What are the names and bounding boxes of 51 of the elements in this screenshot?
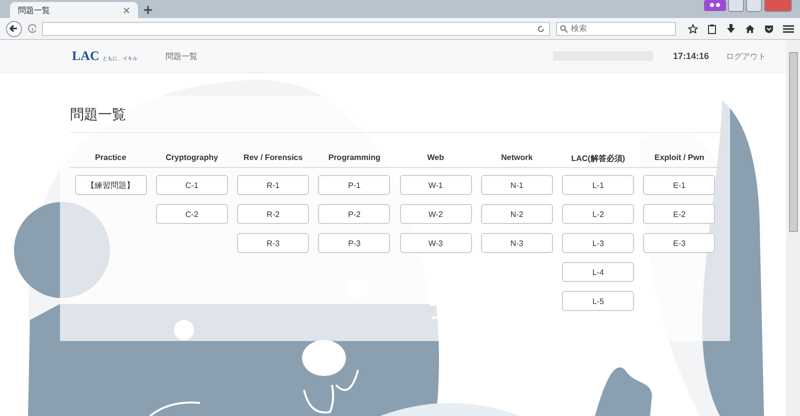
challenge-button[interactable]: E-2 (643, 204, 716, 224)
home-icon[interactable] (745, 24, 755, 34)
scrollbar[interactable] (786, 40, 800, 416)
download-icon[interactable] (726, 24, 736, 34)
challenge-button[interactable]: W-3 (400, 233, 472, 253)
challenge-button[interactable]: L-3 (562, 233, 634, 253)
star-icon[interactable] (688, 24, 698, 34)
challenge-button[interactable]: N-2 (480, 204, 553, 224)
reload-icon[interactable] (537, 24, 545, 32)
column-heading: Practice (70, 153, 152, 168)
challenge-button[interactable]: P-2 (318, 204, 390, 224)
column-heading: Rev / Forensics (232, 153, 314, 168)
nav-link[interactable]: 問題一覧 (165, 50, 198, 62)
challenge-button[interactable]: L-4 (562, 262, 634, 282)
browser-tab[interactable]: 問題一覧 (10, 2, 138, 18)
column-heading: Exploit / Pwn (638, 153, 720, 168)
menu-icon[interactable] (783, 24, 794, 34)
challenge-button[interactable]: L-2 (562, 204, 634, 224)
challenge-button[interactable]: R-2 (237, 204, 310, 224)
column-heading: Web (395, 153, 476, 168)
challenge-button[interactable]: R-3 (237, 233, 310, 253)
back-arrow-icon (9, 24, 18, 33)
page-title: 問題一覧 (70, 106, 720, 133)
challenge-button[interactable]: E-1 (643, 175, 716, 195)
search-field[interactable]: 検索 (556, 22, 676, 36)
shield-icon[interactable] (764, 24, 774, 34)
challenge-button[interactable]: E-3 (643, 233, 716, 253)
challenge-button[interactable]: W-1 (400, 175, 472, 195)
back-button[interactable] (6, 20, 22, 36)
clock-time: 17:14:16 (672, 51, 709, 61)
plus-icon[interactable] (142, 4, 154, 16)
column-heading: Cryptography (151, 153, 232, 168)
challenge-button[interactable]: W-2 (400, 204, 472, 224)
challenge-button[interactable]: C-2 (156, 204, 228, 224)
column-heading: Programming (314, 153, 395, 168)
challenge-button[interactable]: P-3 (318, 233, 390, 253)
logout-link[interactable]: ログアウト (726, 50, 766, 62)
challenge-button[interactable]: R-1 (237, 175, 310, 195)
challenge-button[interactable]: L-1 (562, 175, 634, 195)
challenge-button[interactable]: C-1 (156, 175, 228, 195)
challenge-button[interactable]: N-1 (480, 175, 553, 195)
mask-icon (704, 0, 726, 11)
challenge-button[interactable]: P-1 (318, 175, 390, 195)
close-icon[interactable] (123, 6, 130, 14)
column-heading: Network (476, 153, 558, 168)
challenge-button[interactable]: 【練習問題】 (74, 175, 147, 195)
clipboard-icon[interactable] (707, 24, 717, 34)
challenge-button[interactable]: L-5 (562, 291, 634, 311)
column-heading: LAC(解答必須) (558, 153, 639, 168)
info-icon[interactable] (28, 24, 36, 33)
challenge-button[interactable]: N-3 (480, 233, 553, 253)
